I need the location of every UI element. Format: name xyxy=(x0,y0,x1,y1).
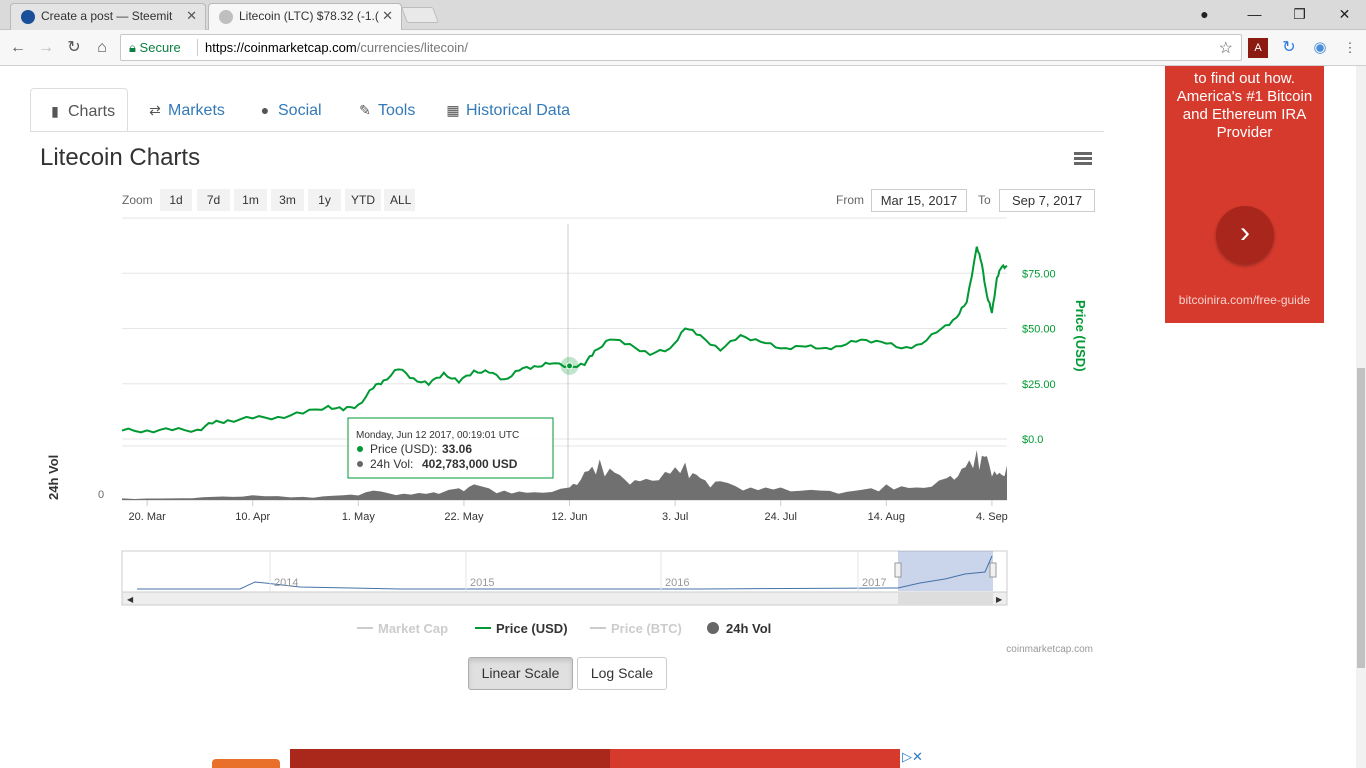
divider xyxy=(197,39,198,56)
scrollbar-thumb[interactable] xyxy=(1357,368,1365,668)
page-scrollbar[interactable] xyxy=(1356,66,1366,768)
new-tab-button[interactable] xyxy=(401,7,439,23)
navigator-scrollbar[interactable] xyxy=(121,591,1008,606)
globe-extension-icon[interactable]: ◉ xyxy=(1310,38,1330,58)
chart-credit[interactable]: coinmarketcap.com xyxy=(1006,644,1093,655)
sync-extension-icon[interactable]: ↻ xyxy=(1279,38,1299,58)
linear-scale-button[interactable]: Linear Scale xyxy=(468,657,573,690)
navigator-right-handle[interactable] xyxy=(989,562,997,578)
maximize-button[interactable]: ❐ xyxy=(1277,0,1322,28)
navigator-year-label: 2016 xyxy=(665,577,689,589)
scroll-left-icon[interactable]: ◀ xyxy=(127,595,134,604)
tooltip-vol-label: 24h Vol: xyxy=(370,457,413,471)
legend-volume-swatch xyxy=(707,622,719,634)
x-tick-label: 1. May xyxy=(342,511,376,523)
range-navigator[interactable]: 2014 2015 2016 2017 ◀ ▶ xyxy=(121,550,1008,606)
navigator-year-label: 2015 xyxy=(470,577,494,589)
forward-arrow-icon[interactable]: → xyxy=(34,36,58,60)
navigator-left-handle[interactable] xyxy=(894,562,902,578)
tab-litecoin[interactable]: Litecoin (LTC) $78.32 (-1.( ✕ xyxy=(208,3,402,31)
bitcoinira-ad[interactable]: to find out how. America's #1 Bitcoin an… xyxy=(1165,66,1324,323)
tooltip-vol-bullet xyxy=(357,461,363,467)
lock-icon: 🔒︎ xyxy=(129,40,136,55)
y-tick-label: $50.00 xyxy=(1022,324,1056,336)
y-axis-label: Price (USD) xyxy=(1073,300,1088,372)
close-window-button[interactable]: ✕ xyxy=(1322,0,1366,28)
reload-icon[interactable]: ↻ xyxy=(62,36,86,60)
litecoin-favicon-icon xyxy=(219,10,233,24)
x-tick-label: 3. Jul xyxy=(662,511,688,523)
navigator-year-label: 2017 xyxy=(862,577,886,589)
menu-dots-icon[interactable]: ⋮ xyxy=(1340,38,1360,58)
tab-steemit[interactable]: Create a post — Steemit ✕ xyxy=(10,3,206,30)
volume-axis-tick: 0 xyxy=(98,489,104,501)
x-axis-ticks: 20. Mar 10. Apr 1. May 22. May 12. Jun 3. Jul… xyxy=(128,500,1008,523)
close-tab-icon[interactable]: ✕ xyxy=(382,4,393,28)
volume-axis-label: 24h Vol xyxy=(46,455,61,500)
tooltip-header: Monday, Jun 12 2017, 00:19:01 UTC xyxy=(356,430,519,441)
hover-point xyxy=(566,362,574,370)
profile-icon[interactable]: ● xyxy=(1182,0,1227,28)
tooltip-vol-value: 402,783,000 USD xyxy=(422,457,518,471)
x-tick-label: 24. Jul xyxy=(765,511,797,523)
page-content: ▮ Charts ⇄ Markets ● Social ✎ Tools ▦ Histori… xyxy=(0,66,1356,768)
secure-indicator[interactable]: 🔒︎ Secure xyxy=(129,35,181,60)
y-tick-label: $25.00 xyxy=(1022,379,1056,391)
navigator-year-label: 2014 xyxy=(274,577,298,589)
legend-price-btc[interactable]: Price (BTC) xyxy=(611,621,682,636)
x-tick-label: 20. Mar xyxy=(128,511,166,523)
x-tick-label: 10. Apr xyxy=(235,511,270,523)
tooltip-price-bullet xyxy=(357,446,363,452)
browser-toolbar: ← → ↻ ⌂ 🔒︎ Secure https://coinmarketcap.… xyxy=(0,30,1366,66)
back-arrow-icon[interactable]: ← xyxy=(6,36,30,60)
x-tick-label: 12. Jun xyxy=(551,511,587,523)
url-text[interactable]: https://coinmarketcap.com/currencies/lit… xyxy=(205,35,468,60)
ad-arrow-button[interactable]: › xyxy=(1216,206,1274,264)
pdf-extension-icon[interactable]: A xyxy=(1248,38,1268,58)
chart-tooltip: Monday, Jun 12 2017, 00:19:01 UTC Price … xyxy=(347,417,554,479)
tooltip-price-value: 33.06 xyxy=(442,442,472,456)
steemit-favicon-icon xyxy=(21,10,35,24)
tab-title: Create a post — Steemit xyxy=(41,9,173,23)
ad-logo xyxy=(212,759,280,768)
navigator-scrollbar-thumb[interactable] xyxy=(898,593,993,604)
price-usd-line xyxy=(121,246,1008,434)
legend-market-cap[interactable]: Market Cap xyxy=(378,621,448,636)
volume-area xyxy=(122,450,1007,500)
chart-legend[interactable]: Market Cap Price (USD) Price (BTC) 24h V… xyxy=(357,621,771,636)
bookmark-star-icon[interactable]: ☆ xyxy=(1219,38,1233,58)
legend-price-usd[interactable]: Price (USD) xyxy=(496,621,568,636)
ad-banner-left xyxy=(290,749,610,768)
ad-close-icon[interactable]: ▷✕ xyxy=(902,749,923,765)
y-tick-label: $75.00 xyxy=(1022,268,1056,280)
home-icon[interactable]: ⌂ xyxy=(90,36,114,60)
scroll-right-icon[interactable]: ▶ xyxy=(996,595,1003,604)
y-axis-ticks: $0.0 $25.00 $50.00 $75.00 xyxy=(1022,268,1056,446)
tab-title: Litecoin (LTC) $78.32 (-1.( xyxy=(239,9,379,23)
address-bar[interactable]: 🔒︎ Secure https://coinmarketcap.com/curr… xyxy=(120,34,1242,61)
legend-volume[interactable]: 24h Vol xyxy=(726,621,771,636)
tooltip-price-label: Price (USD): xyxy=(370,442,437,456)
browser-tab-bar: Create a post — Steemit ✕ Litecoin (LTC)… xyxy=(0,0,1366,31)
ad-banner-right xyxy=(610,749,900,768)
chevron-right-icon: › xyxy=(1240,216,1250,249)
y-tick-label: $0.0 xyxy=(1022,434,1043,446)
log-scale-button[interactable]: Log Scale xyxy=(577,657,667,690)
ad-url[interactable]: bitcoinira.com/free-guide xyxy=(1165,293,1324,307)
close-tab-icon[interactable]: ✕ xyxy=(186,4,197,28)
volume-series xyxy=(122,450,1007,500)
ad-text: to find out how. America's #1 Bitcoin an… xyxy=(1176,70,1313,141)
bottom-banner-ad[interactable]: ▷✕ xyxy=(202,749,932,768)
minimize-button[interactable]: — xyxy=(1232,0,1277,28)
x-tick-label: 14. Aug xyxy=(868,511,905,523)
price-chart[interactable]: $0.0 $25.00 $50.00 $75.00 Price (USD) 24h V… xyxy=(0,66,1110,666)
x-tick-label: 22. May xyxy=(444,511,484,523)
x-tick-label: 4. Sep xyxy=(976,511,1008,523)
